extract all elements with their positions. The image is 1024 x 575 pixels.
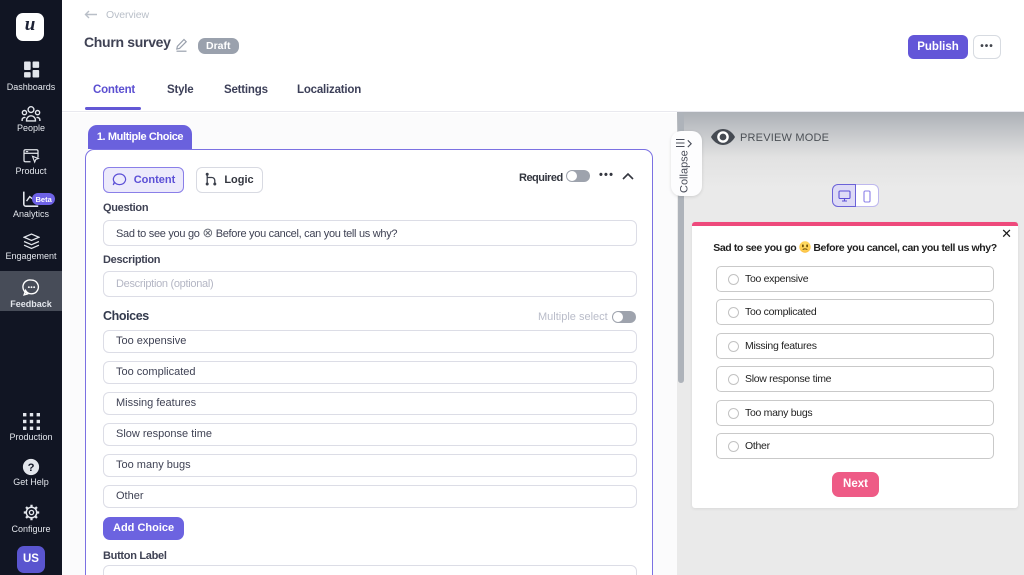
svg-text:Collapse: Collapse <box>679 150 691 193</box>
svg-text:?: ? <box>28 462 35 474</box>
